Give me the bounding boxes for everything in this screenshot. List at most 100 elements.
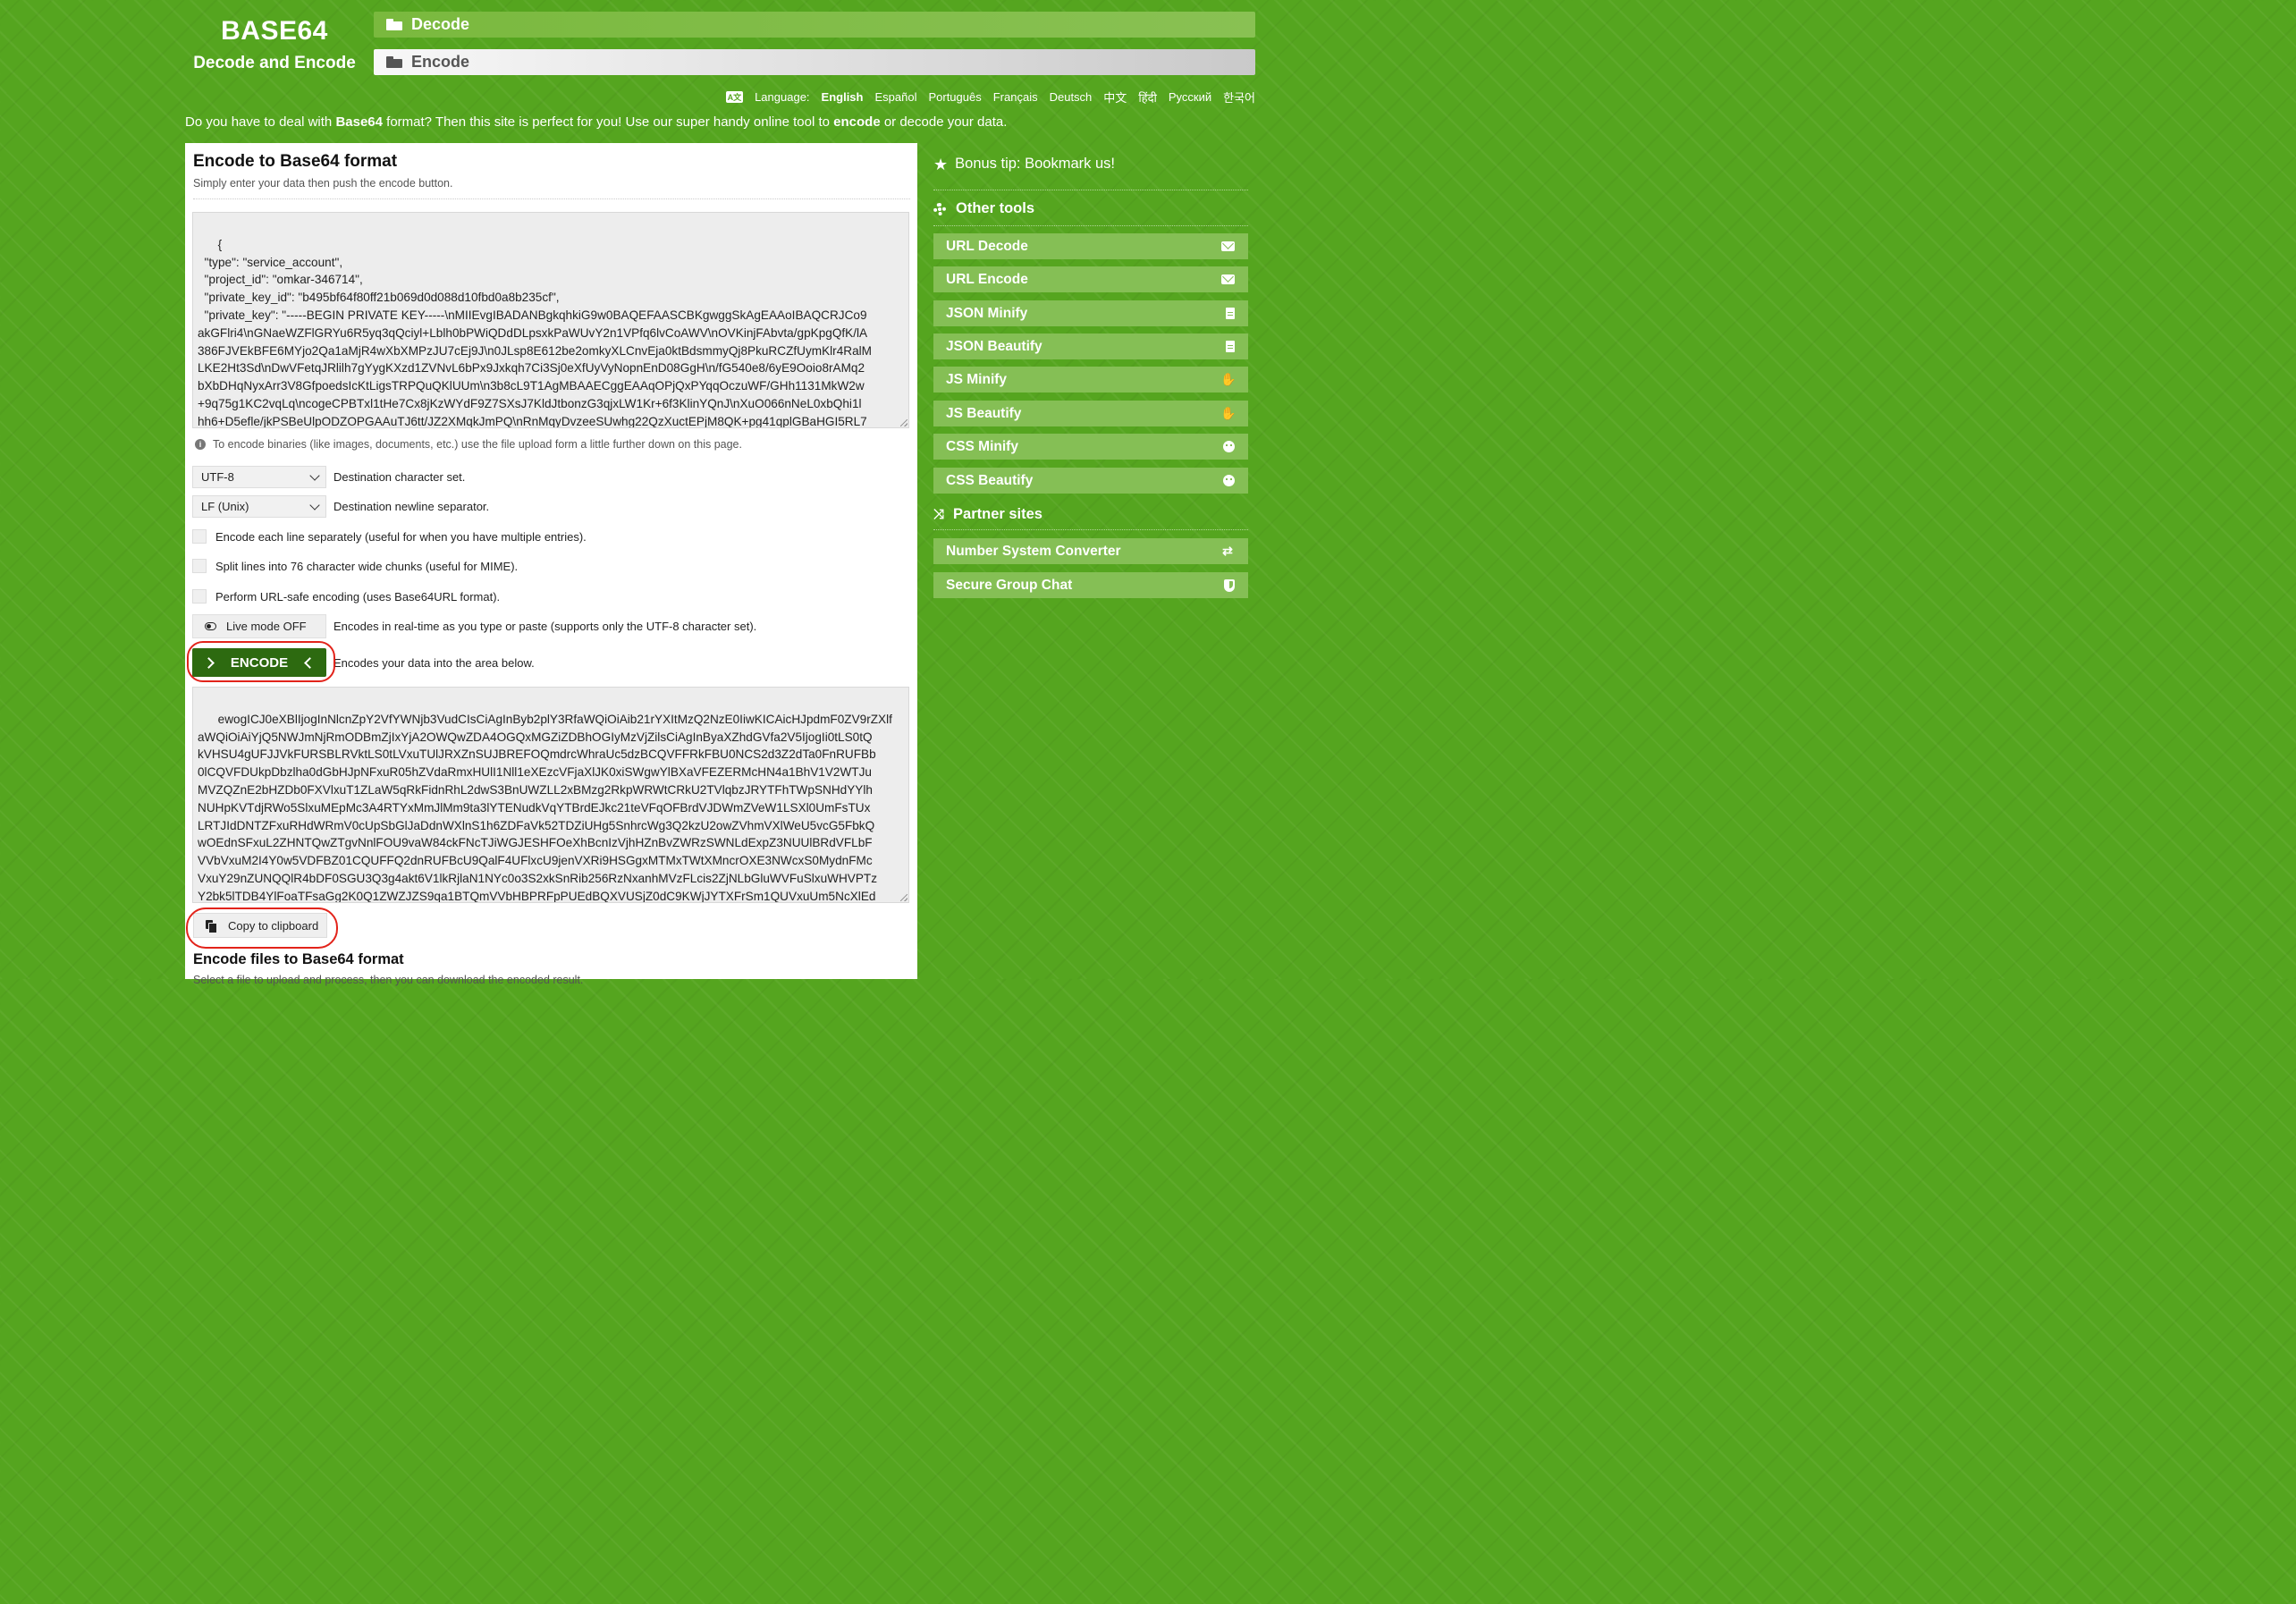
- language-korean[interactable]: 한국어: [1223, 89, 1255, 106]
- option-each-line[interactable]: Encode each line separately (useful for …: [192, 529, 587, 544]
- intro-part: or decode your data.: [880, 114, 1008, 130]
- divider: [933, 225, 1248, 226]
- language-german[interactable]: Deutsch: [1050, 90, 1093, 104]
- newline-value: LF (Unix): [201, 500, 249, 513]
- logo-subtitle: Decode and Encode: [193, 54, 356, 72]
- chevron-down-icon: [309, 499, 320, 511]
- file-code-icon: [1226, 341, 1235, 352]
- site-logo[interactable]: BASE64 Decode and Encode: [185, 16, 364, 73]
- page: BASE64 Decode and Encode Decode Encode A…: [0, 0, 1402, 986]
- newline-select[interactable]: LF (Unix): [192, 495, 326, 518]
- encode-desc: Encodes your data into the area below.: [333, 655, 535, 670]
- exchange-icon: ⇄: [1222, 544, 1233, 558]
- hand-paper-icon: ✋: [1220, 406, 1237, 420]
- intro-bold: Base64: [335, 114, 383, 130]
- tool-json-minify[interactable]: JSON Minify: [933, 300, 1248, 326]
- divider: [933, 529, 1248, 530]
- intro-part: Do you have to deal with: [185, 114, 336, 130]
- bonus-tip-text: Bonus tip: Bookmark us!: [955, 156, 1115, 172]
- language-russian[interactable]: Русский: [1169, 90, 1211, 104]
- charset-row: UTF-8 Destination character set.: [192, 466, 465, 488]
- language-spanish[interactable]: Español: [874, 90, 916, 104]
- resize-handle-icon[interactable]: [900, 894, 907, 901]
- tool-json-beautify[interactable]: JSON Beautify: [933, 333, 1248, 359]
- highlight-ring-copy: [186, 908, 338, 949]
- highlight-ring-encode: [187, 641, 335, 682]
- tool-css-minify[interactable]: CSS Minify: [933, 434, 1248, 460]
- files-section-title: Encode files to Base64 format: [193, 951, 404, 967]
- info-icon: i: [195, 439, 206, 450]
- option-url-safe[interactable]: Perform URL-safe encoding (uses Base64UR…: [192, 589, 500, 604]
- tool-label: JS Beautify: [946, 405, 1022, 421]
- toggle-off-icon: [205, 622, 216, 630]
- language-label: Language:: [755, 90, 810, 104]
- binary-note-text: To encode binaries (like images, documen…: [213, 438, 742, 451]
- language-chinese[interactable]: 中文: [1103, 89, 1127, 106]
- resize-handle-icon[interactable]: [900, 419, 907, 426]
- logo-title: BASE64: [221, 16, 328, 46]
- newline-row: LF (Unix) Destination newline separator.: [192, 495, 489, 518]
- live-mode-toggle[interactable]: Live mode OFF: [192, 614, 326, 638]
- nav-decode-label: Decode: [411, 15, 470, 33]
- nav-encode-label: Encode: [411, 53, 470, 71]
- partner-label: Number System Converter: [946, 543, 1121, 559]
- nav-decode[interactable]: Decode: [374, 12, 1255, 38]
- checkbox-url-safe[interactable]: [192, 589, 207, 604]
- checkbox-each-line[interactable]: [192, 529, 207, 544]
- tool-label: CSS Beautify: [946, 472, 1034, 488]
- intro-bold: encode: [833, 114, 881, 130]
- tool-url-decode[interactable]: URL Decode: [933, 233, 1248, 259]
- output-textarea[interactable]: ewogICJ0eXBlIjogInNlcnZpY2VfYWNjb3VudCIs…: [192, 687, 909, 903]
- input-text: { "type": "service_account", "project_id…: [198, 237, 872, 428]
- live-mode-label: Live mode OFF: [226, 620, 307, 633]
- star-icon: ★: [933, 155, 949, 173]
- input-textarea[interactable]: { "type": "service_account", "project_id…: [192, 212, 909, 428]
- other-tools-heading: Other tools: [933, 200, 1034, 217]
- shield-icon: [1224, 578, 1235, 592]
- face-smile-icon: [1223, 475, 1235, 486]
- face-neutral-icon: [1223, 441, 1235, 452]
- option-each-line-label: Encode each line separately (useful for …: [215, 529, 587, 544]
- partner-sites-title: Partner sites: [953, 506, 1042, 522]
- charset-label: Destination character set.: [333, 470, 466, 484]
- tool-js-minify[interactable]: JS Minify ✋: [933, 367, 1248, 393]
- partner-sites-heading: ⤨ Partner sites: [933, 506, 1042, 523]
- page-subtitle: Simply enter your data then push the enc…: [193, 177, 453, 190]
- folder-icon: [386, 56, 402, 68]
- language-hindi[interactable]: हिंदी: [1138, 89, 1157, 106]
- partner-secure-group-chat[interactable]: Secure Group Chat: [933, 572, 1248, 598]
- envelope-icon: [1221, 274, 1235, 284]
- tool-label: JSON Beautify: [946, 338, 1042, 354]
- intro-part: format? Then this site is perfect for yo…: [382, 114, 834, 130]
- tool-label: JS Minify: [946, 371, 1008, 387]
- divider: [193, 198, 910, 199]
- files-section-subtitle: Select a file to upload and process, the…: [193, 974, 584, 986]
- envelope-open-icon: [1221, 241, 1235, 251]
- partner-number-system-converter[interactable]: Number System Converter ⇄: [933, 538, 1248, 564]
- tool-css-beautify[interactable]: CSS Beautify: [933, 468, 1248, 494]
- option-split-lines-label: Split lines into 76 character wide chunk…: [215, 559, 519, 573]
- folder-open-icon: [386, 19, 402, 30]
- partner-label: Secure Group Chat: [946, 577, 1073, 593]
- tool-label: JSON Minify: [946, 305, 1028, 321]
- nav-encode[interactable]: Encode: [374, 49, 1255, 75]
- language-portuguese[interactable]: Português: [928, 90, 981, 104]
- checkbox-split-lines[interactable]: [192, 559, 207, 573]
- tool-url-encode[interactable]: URL Encode: [933, 266, 1248, 292]
- file-icon: [1226, 308, 1235, 319]
- tool-js-beautify[interactable]: JS Beautify ✋: [933, 401, 1248, 426]
- chevron-down-icon: [309, 469, 320, 481]
- language-french[interactable]: Français: [993, 90, 1038, 104]
- tool-label: URL Decode: [946, 238, 1028, 254]
- binary-note: i To encode binaries (like images, docum…: [195, 438, 742, 451]
- newline-label: Destination newline separator.: [333, 500, 490, 513]
- tool-label: URL Encode: [946, 271, 1028, 287]
- option-split-lines[interactable]: Split lines into 76 character wide chunk…: [192, 559, 518, 573]
- other-tools-title: Other tools: [956, 200, 1035, 216]
- language-bar: A文 Language: English Español Português F…: [725, 89, 1255, 106]
- output-text: ewogICJ0eXBlIjogInNlcnZpY2VfYWNjb3VudCIs…: [198, 712, 892, 903]
- language-english[interactable]: English: [822, 90, 864, 104]
- hand-icon: ✋: [1220, 372, 1237, 386]
- language-icon: A文: [725, 91, 744, 103]
- charset-select[interactable]: UTF-8: [192, 466, 326, 488]
